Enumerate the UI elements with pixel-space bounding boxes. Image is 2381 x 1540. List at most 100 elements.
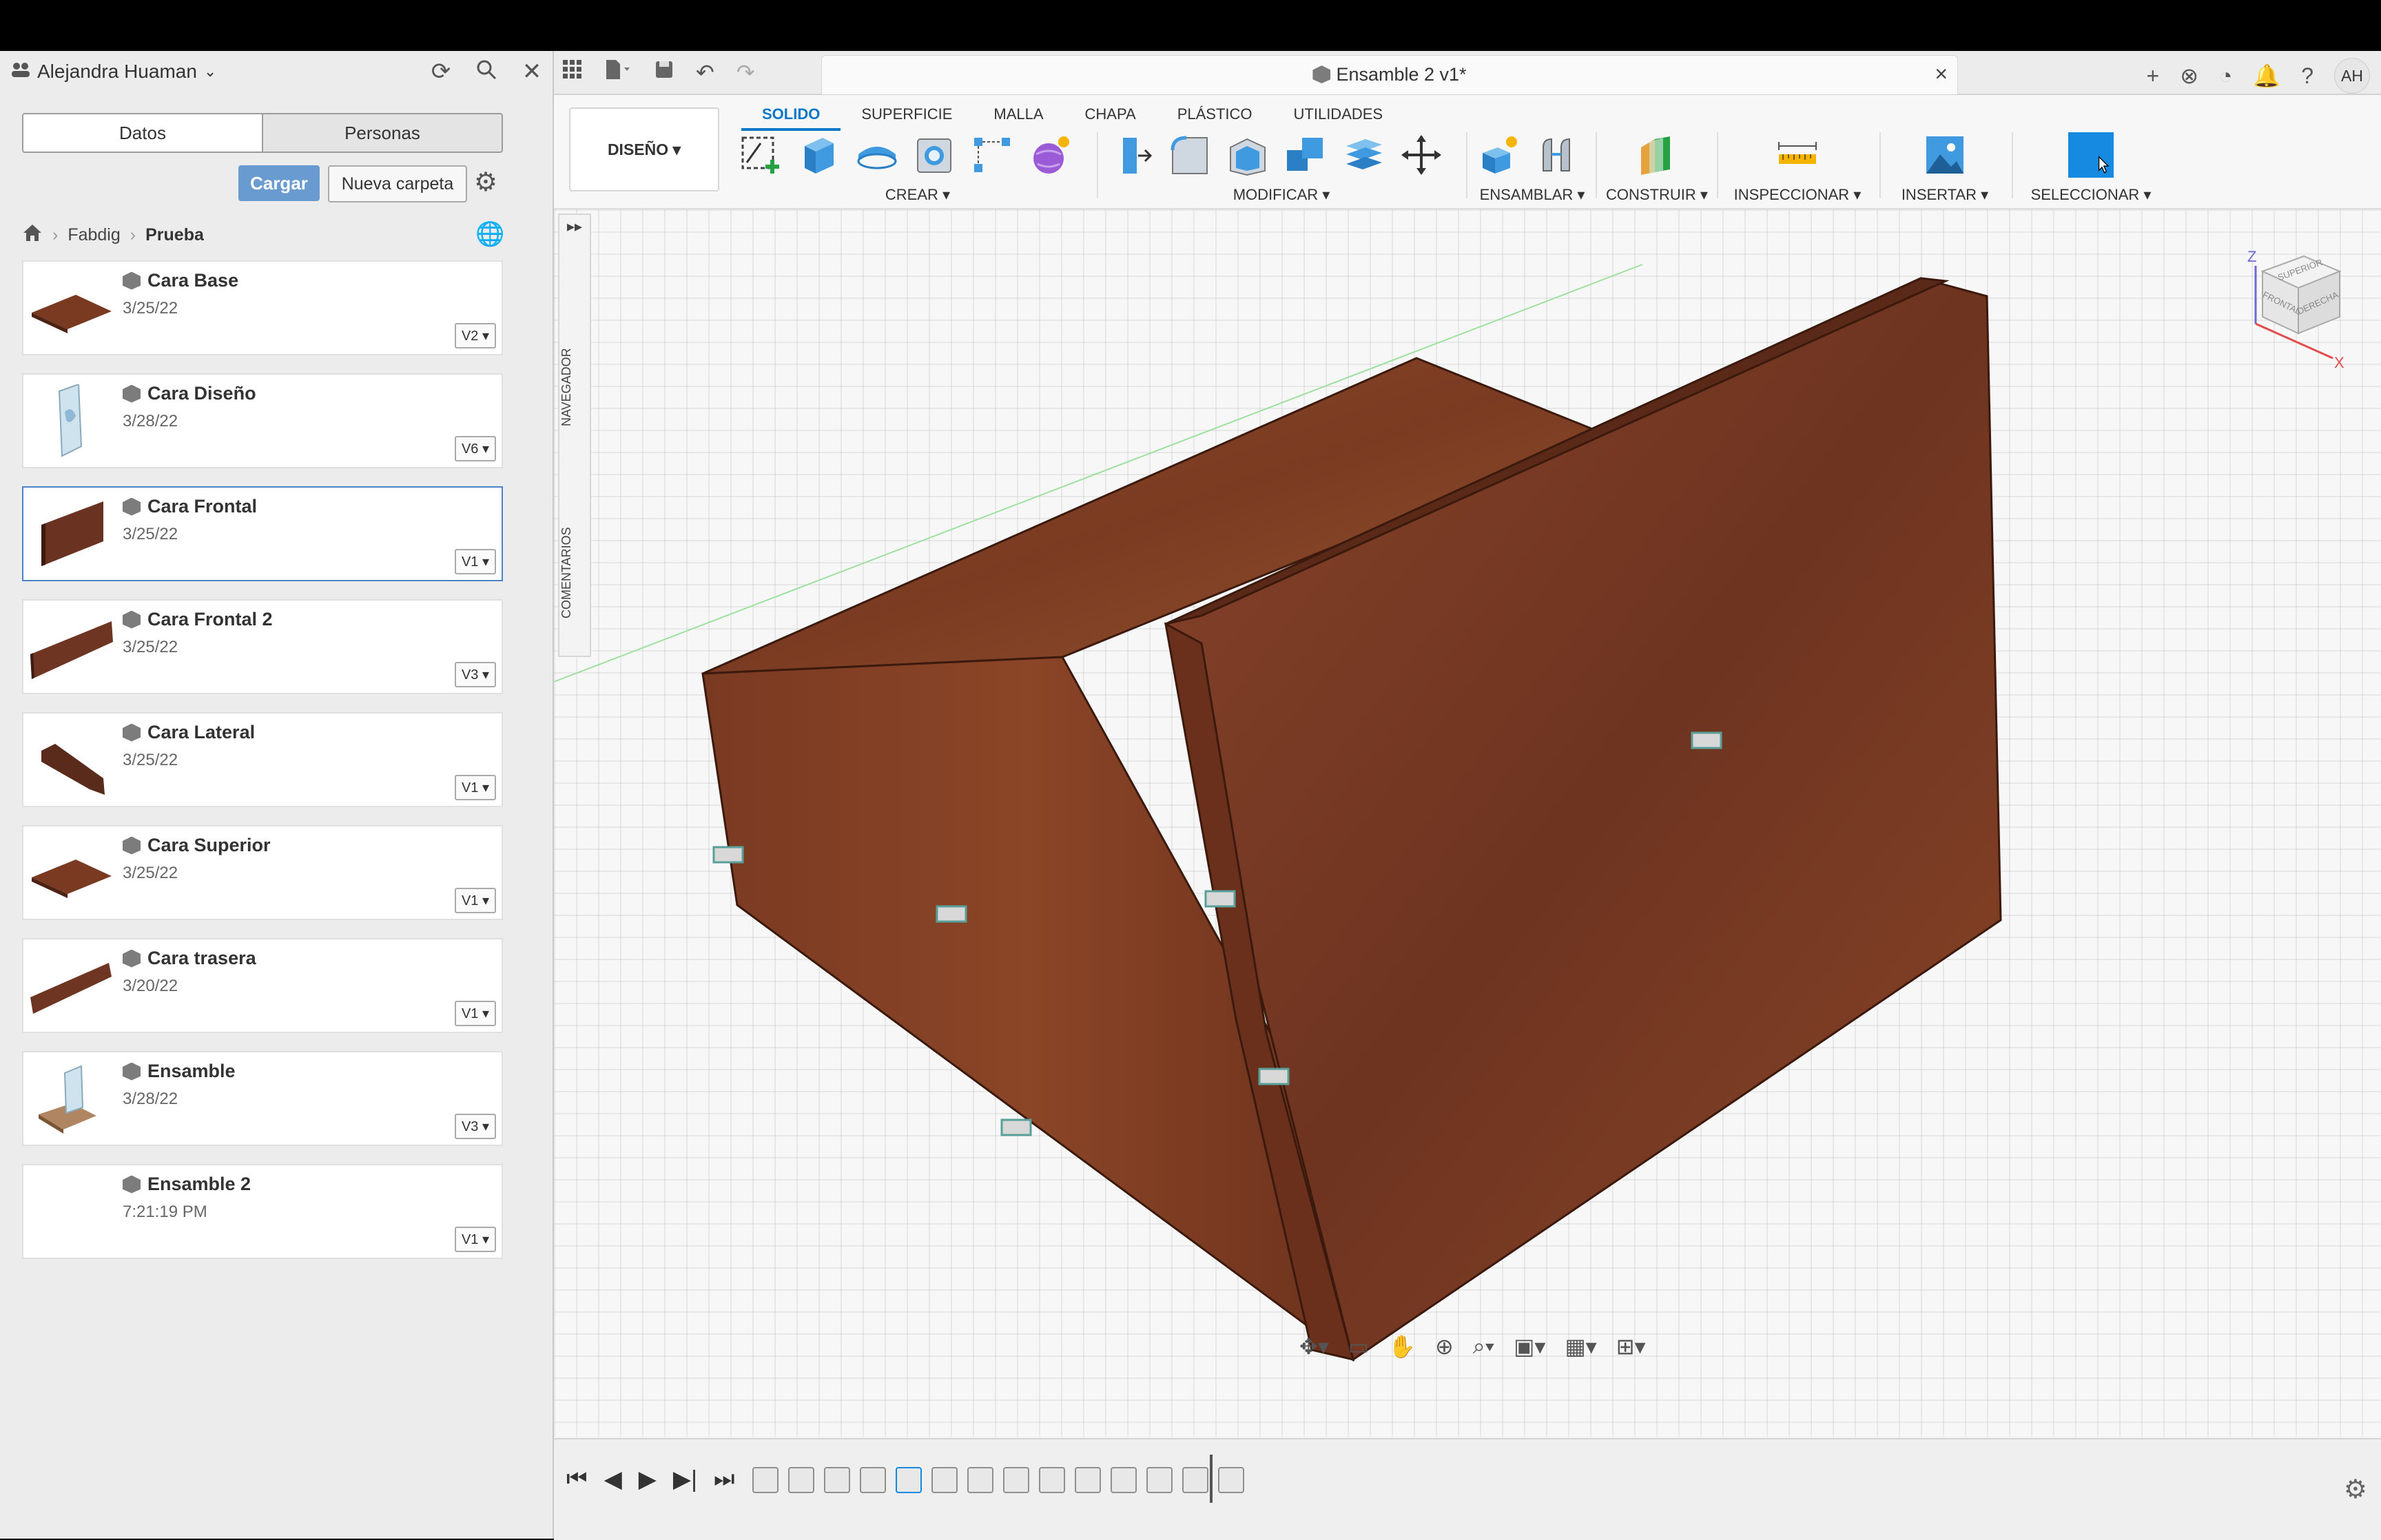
expand-panels-icon[interactable]: ▸▸	[559, 218, 590, 236]
save-icon[interactable]	[654, 59, 674, 85]
pattern-icon[interactable]	[970, 132, 1016, 178]
search-icon[interactable]	[474, 59, 499, 85]
version-badge[interactable]: V1 ▾	[454, 549, 496, 574]
new-component-icon[interactable]	[1477, 132, 1523, 178]
shell-icon[interactable]	[1225, 132, 1270, 178]
model-canvas[interactable]	[554, 209, 2381, 1437]
timeline-feature-icon[interactable]	[788, 1467, 814, 1493]
modificar-label[interactable]: MODIFICAR ▾	[1109, 186, 1454, 204]
look-at-icon[interactable]: ▭	[1348, 1333, 1369, 1360]
tab-personas[interactable]: Personas	[262, 114, 502, 152]
timeline-feature-icon[interactable]	[1039, 1467, 1065, 1493]
grid-settings-icon[interactable]: ▦▾	[1565, 1333, 1596, 1360]
list-item[interactable]: Cara Frontal 2 3/25/22 V3 ▾	[22, 599, 503, 694]
extensions-icon[interactable]: ⊗	[2180, 63, 2198, 89]
timeline-feature-icon[interactable]	[1182, 1467, 1208, 1493]
comentarios-tab[interactable]: COMENTARIOS	[559, 504, 590, 642]
document-tab[interactable]: Ensamble 2 v1* ×	[821, 55, 1958, 94]
notifications-icon[interactable]: 🔔	[2253, 63, 2280, 89]
fillet-icon[interactable]	[1167, 132, 1213, 178]
timeline-feature-icon[interactable]	[967, 1467, 993, 1493]
tab-malla[interactable]: MALLA	[973, 101, 1064, 131]
timeline-feature-icon[interactable]	[896, 1467, 922, 1493]
pan-icon[interactable]: ✋	[1388, 1333, 1416, 1360]
tab-plastico[interactable]: PLÁSTICO	[1157, 101, 1273, 131]
version-badge[interactable]: V1 ▾	[454, 1227, 496, 1252]
version-badge[interactable]: V1 ▾	[454, 1001, 496, 1026]
help-icon[interactable]: ?	[2301, 63, 2313, 89]
zoom-icon[interactable]: ⊕	[1435, 1333, 1454, 1360]
list-item[interactable]: Cara Base 3/25/22 V2 ▾	[22, 260, 503, 355]
globe-icon[interactable]: 🌐	[475, 220, 504, 248]
list-item[interactable]: Cara Diseño 3/28/22 V6 ▾	[22, 373, 503, 468]
select-icon[interactable]	[2068, 132, 2114, 178]
timeline-feature-icon[interactable]	[1146, 1467, 1173, 1493]
canvas-viewport[interactable]: ▸▸ NAVEGADOR COMENTARIOS SUPERIOR FRONTA…	[554, 209, 2381, 1437]
tab-solido[interactable]: SOLIDO	[741, 101, 841, 131]
version-badge[interactable]: V6 ▾	[454, 436, 496, 461]
play-icon[interactable]: ▶	[639, 1466, 657, 1493]
navegador-tab[interactable]: NAVEGADOR	[559, 325, 590, 449]
version-badge[interactable]: V1 ▾	[454, 775, 496, 800]
crear-label[interactable]: CREAR ▾	[739, 186, 1097, 204]
version-badge[interactable]: V3 ▾	[454, 1114, 496, 1139]
step-forward-icon[interactable]: ▶|	[673, 1466, 697, 1493]
insert-image-icon[interactable]	[1922, 132, 1968, 178]
measure-icon[interactable]	[1775, 132, 1820, 178]
construction-plane-icon[interactable]	[1634, 132, 1680, 178]
version-badge[interactable]: V3 ▾	[454, 662, 496, 687]
list-item[interactable]: Cara trasera 3/20/22 V1 ▾	[22, 938, 503, 1033]
split-body-icon[interactable]	[1341, 132, 1386, 178]
insertar-label[interactable]: INSERTAR ▾	[1886, 186, 2003, 204]
close-icon[interactable]: ✕	[519, 59, 544, 85]
seleccionar-label[interactable]: SELECCIONAR ▾	[2019, 186, 2163, 204]
orbit-icon[interactable]: ✥▾	[1299, 1333, 1329, 1360]
timeline-feature-icon[interactable]	[824, 1467, 850, 1493]
revolve-icon[interactable]	[854, 132, 900, 178]
create-form-icon[interactable]	[1028, 132, 1073, 178]
breadcrumb-fabdig[interactable]: Fabdig	[68, 225, 120, 245]
timeline-marker[interactable]	[1210, 1455, 1213, 1503]
job-status-icon[interactable]: ◔	[2219, 63, 2232, 89]
gear-icon[interactable]: ⚙	[474, 167, 497, 198]
viewcube[interactable]: SUPERIOR FRONTAL DERECHA Z X	[2232, 237, 2363, 368]
joint-icon[interactable]	[1535, 132, 1580, 178]
timeline-feature-icon[interactable]	[1218, 1467, 1244, 1493]
tab-chapa[interactable]: CHAPA	[1064, 101, 1157, 131]
data-panel-grid-icon[interactable]	[562, 59, 583, 85]
list-item[interactable]: Ensamble 2 7:21:19 PM V1 ▾	[22, 1164, 503, 1259]
version-badge[interactable]: V1 ▾	[454, 888, 496, 913]
timeline-feature-icon[interactable]	[752, 1467, 779, 1493]
list-item[interactable]: Cara Superior 3/25/22 V1 ▾	[22, 825, 503, 920]
viewports-icon[interactable]: ⊞▾	[1616, 1333, 1646, 1360]
step-back-icon[interactable]: ◀	[604, 1466, 622, 1493]
create-sketch-icon[interactable]	[739, 132, 784, 178]
new-tab-icon[interactable]: +	[2147, 63, 2160, 89]
timeline-feature-icon[interactable]	[1003, 1467, 1029, 1493]
version-badge[interactable]: V2 ▾	[454, 323, 496, 348]
gear-icon[interactable]: ⚙	[2344, 1474, 2367, 1505]
construir-label[interactable]: CONSTRUIR ▾	[1605, 186, 1709, 204]
inspeccionar-label[interactable]: INSPECCIONAR ▾	[1725, 186, 1870, 204]
refresh-icon[interactable]: ⟳	[429, 59, 453, 85]
list-item[interactable]: Cara Lateral 3/25/22 V1 ▾	[22, 712, 503, 807]
ensamblar-label[interactable]: ENSAMBLAR ▾	[1477, 186, 1587, 204]
timeline-feature-icon[interactable]	[1111, 1467, 1137, 1493]
go-to-end-icon[interactable]: ⏭	[714, 1466, 735, 1493]
redo-icon[interactable]: ↷	[736, 59, 755, 85]
move-icon[interactable]	[1399, 132, 1444, 178]
display-settings-icon[interactable]: ▣▾	[1514, 1333, 1545, 1360]
timeline-feature-icon[interactable]	[931, 1467, 958, 1493]
avatar[interactable]: AH	[2334, 58, 2370, 94]
list-item[interactable]: Ensamble 3/28/22 V3 ▾	[22, 1051, 503, 1146]
user-menu[interactable]: Alejandra Huaman ⌄	[11, 61, 216, 83]
hole-icon[interactable]	[912, 132, 958, 178]
extrude-icon[interactable]	[796, 132, 842, 178]
tab-utilidades[interactable]: UTILIDADES	[1273, 101, 1404, 131]
press-pull-icon[interactable]	[1109, 132, 1155, 178]
close-tab-icon[interactable]: ×	[1935, 61, 1948, 87]
file-menu-icon[interactable]	[605, 59, 632, 85]
home-icon[interactable]	[22, 223, 43, 247]
timeline-feature-icon[interactable]	[1075, 1467, 1101, 1493]
tab-superficie[interactable]: SUPERFICIE	[841, 101, 973, 131]
